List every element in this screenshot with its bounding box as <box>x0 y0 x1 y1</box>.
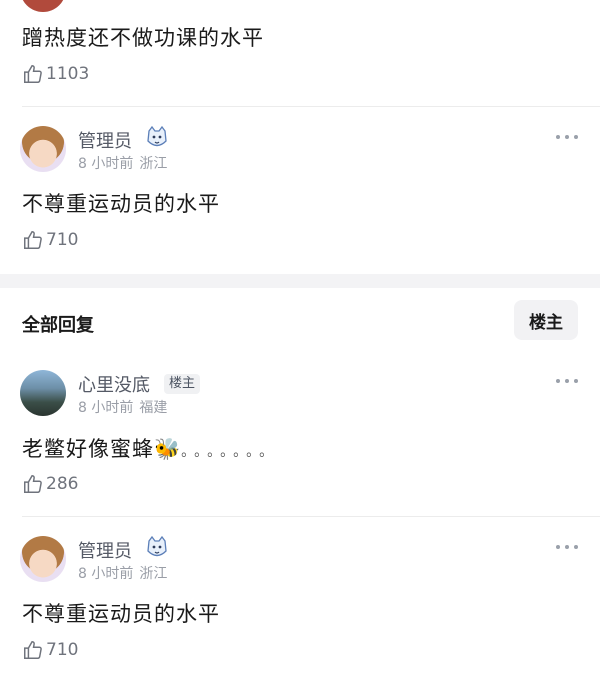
username[interactable]: 管理员 <box>78 127 132 153</box>
more-dots-icon[interactable] <box>556 545 578 551</box>
comment-text-tail: 。。。。。。。 <box>181 444 280 460</box>
comment-text: 不尊重运动员的水平 <box>22 192 220 216</box>
timestamp: 8 小时前 <box>78 156 134 172</box>
thumbs-up-icon <box>24 65 42 83</box>
all-replies-heading: 全部回复 <box>22 315 94 336</box>
like-button[interactable]: 286 <box>22 473 78 495</box>
cat-badge-icon <box>147 535 167 557</box>
location: 浙江 <box>139 156 168 172</box>
more-dots-icon[interactable] <box>556 379 578 385</box>
location: 福建 <box>139 400 168 416</box>
comment-text: 不尊重运动员的水平 <box>22 602 220 626</box>
like-count: 286 <box>46 474 79 494</box>
divider <box>22 516 600 517</box>
username[interactable]: 管理员 <box>78 537 132 563</box>
like-button[interactable]: 1103 <box>22 63 89 85</box>
comment-text: 蹭热度还不做功课的水平 <box>22 26 264 50</box>
comment-meta: 8 小时前 福建 <box>78 397 167 417</box>
location: 浙江 <box>139 566 168 582</box>
cat-badge-icon <box>147 125 167 147</box>
comment-meta: 8 小时前 浙江 <box>78 153 167 173</box>
comment-meta: 8 小时前 浙江 <box>78 563 167 583</box>
avatar[interactable] <box>20 370 66 416</box>
timestamp: 8 小时前 <box>78 566 134 582</box>
like-count: 710 <box>46 230 79 250</box>
thumbs-up-icon <box>24 231 42 249</box>
more-dots-icon[interactable] <box>556 135 578 141</box>
thumbs-up-icon <box>24 641 42 659</box>
owner-tag: 楼主 <box>164 374 201 394</box>
like-count: 710 <box>46 640 79 660</box>
section-separator <box>0 274 600 288</box>
avatar[interactable] <box>20 126 66 172</box>
avatar[interactable] <box>20 536 66 582</box>
divider <box>22 106 600 107</box>
username[interactable]: 心里没底 <box>78 371 150 397</box>
avatar[interactable] <box>20 0 66 12</box>
like-count: 1103 <box>46 64 90 84</box>
comment-text-main: 老鳖好像蜜蜂🐝 <box>22 437 182 461</box>
comment-text: 老鳖好像蜜蜂🐝。。。。。。。 <box>22 433 279 463</box>
owner-only-button[interactable]: 楼主 <box>514 300 578 340</box>
like-button[interactable]: 710 <box>22 229 78 251</box>
like-button[interactable]: 710 <box>22 639 78 661</box>
thumbs-up-icon <box>24 475 42 493</box>
timestamp: 8 小时前 <box>78 400 134 416</box>
